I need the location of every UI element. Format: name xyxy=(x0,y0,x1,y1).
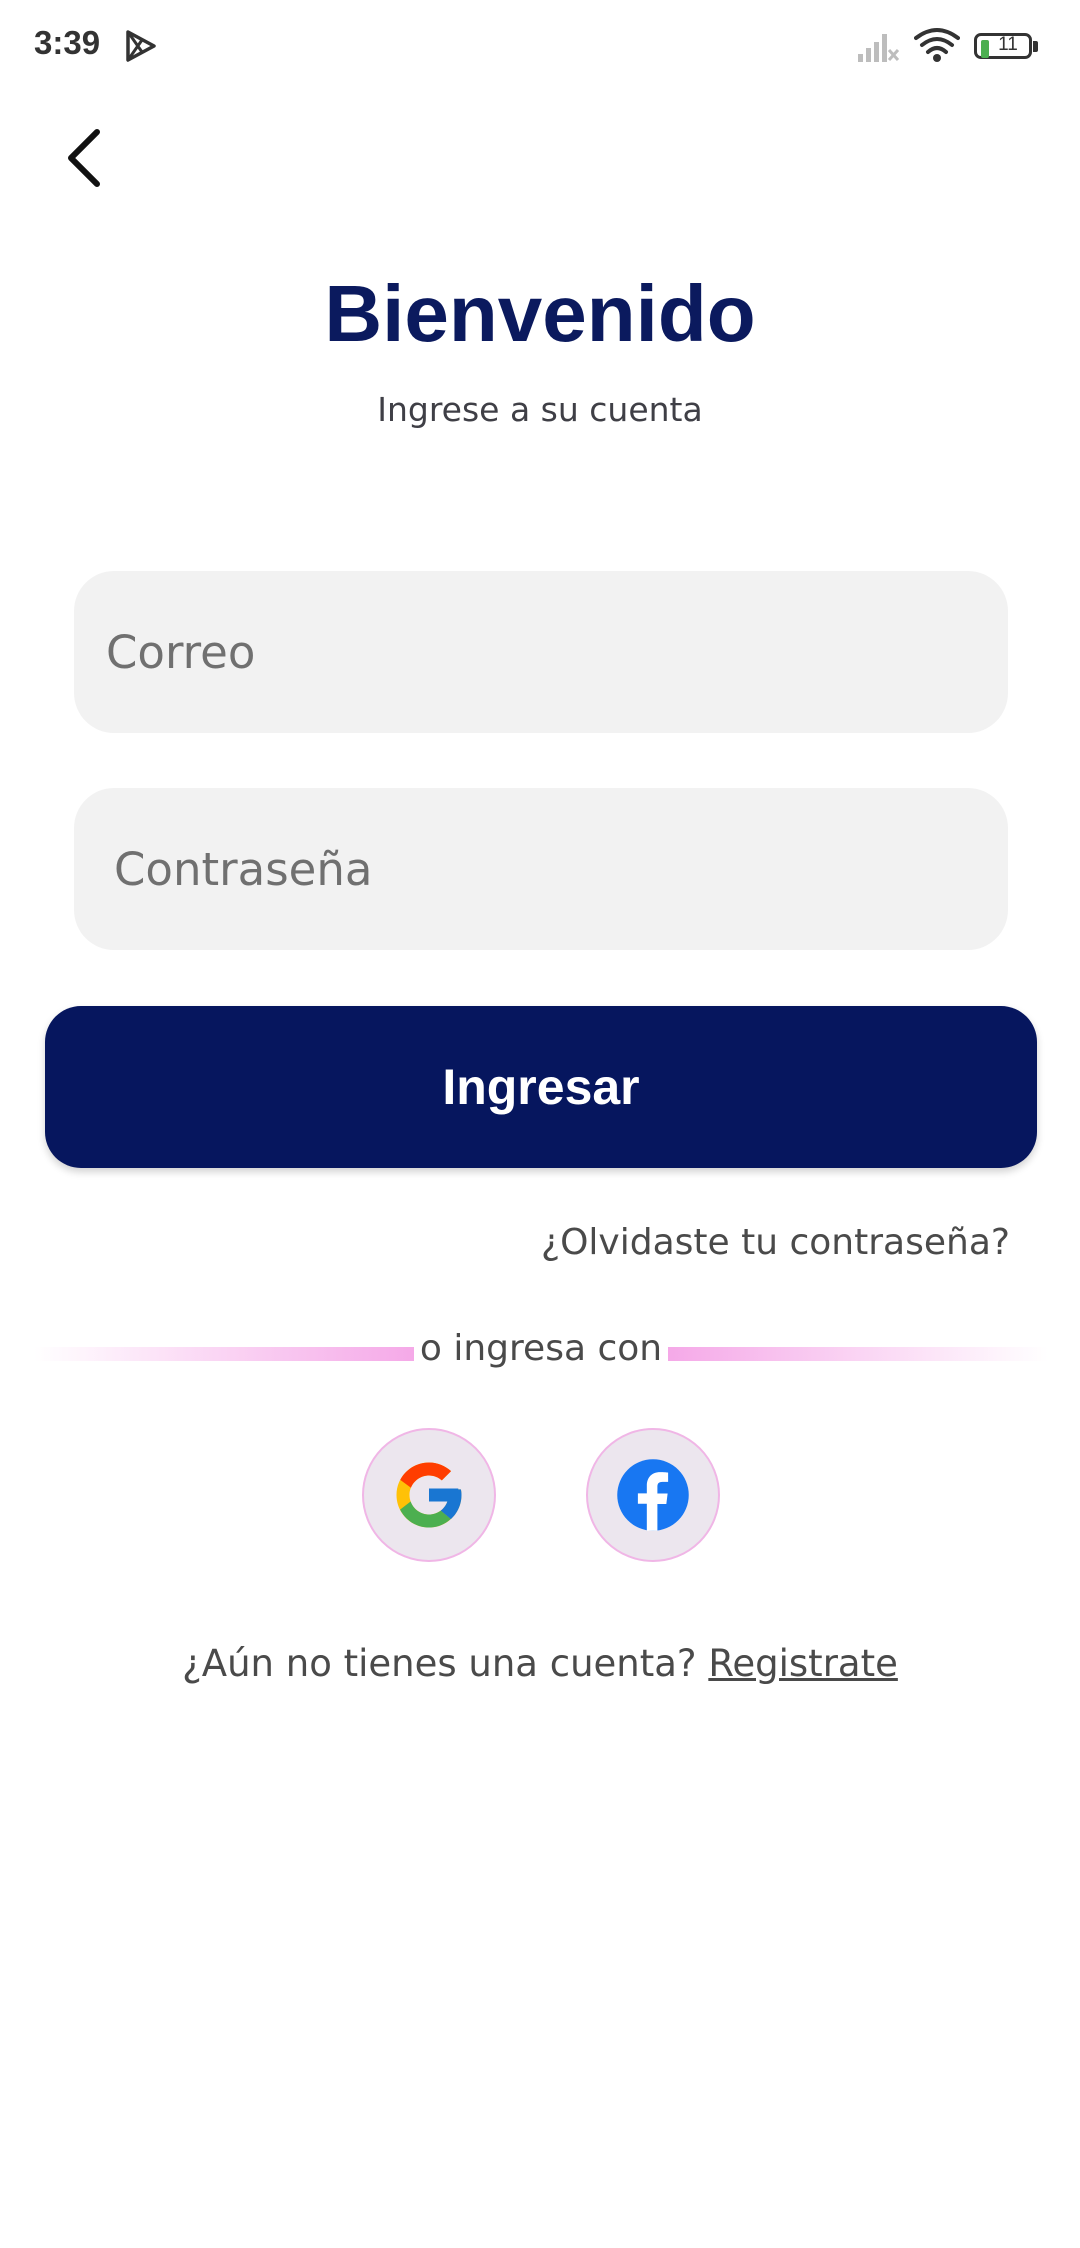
play-store-icon xyxy=(126,30,156,62)
google-icon xyxy=(396,1462,462,1528)
register-link[interactable]: Registrate xyxy=(708,1642,898,1685)
page-subtitle: Ingrese a su cuenta xyxy=(377,390,703,429)
register-row: ¿Aún no tienes una cuenta? Registrate xyxy=(0,1642,1080,1685)
forgot-password-link[interactable]: ¿Olvidaste tu contraseña? xyxy=(541,1222,1010,1263)
battery-icon: 11 xyxy=(974,33,1038,63)
battery-level: 11 xyxy=(998,34,1018,55)
status-bar: 3:39 11 xyxy=(0,0,1080,96)
divider-line-left xyxy=(34,1347,414,1361)
email-field[interactable] xyxy=(74,571,1008,733)
login-button[interactable]: Ingresar xyxy=(45,1006,1037,1168)
page-title: Bienvenido xyxy=(324,269,756,358)
facebook-icon xyxy=(617,1459,689,1531)
chevron-left-icon xyxy=(68,129,100,187)
divider-label: o ingresa con xyxy=(419,1328,663,1369)
signal-icon xyxy=(858,34,900,62)
password-field[interactable] xyxy=(74,788,1008,950)
register-prompt: ¿Aún no tienes una cuenta? xyxy=(182,1642,709,1685)
status-time: 3:39 xyxy=(34,24,101,61)
google-login-button[interactable] xyxy=(362,1428,496,1562)
wifi-icon xyxy=(914,28,960,62)
back-button[interactable] xyxy=(44,118,124,198)
facebook-login-button[interactable] xyxy=(586,1428,720,1562)
divider-line-right xyxy=(668,1347,1048,1361)
battery-tip xyxy=(1033,41,1038,52)
